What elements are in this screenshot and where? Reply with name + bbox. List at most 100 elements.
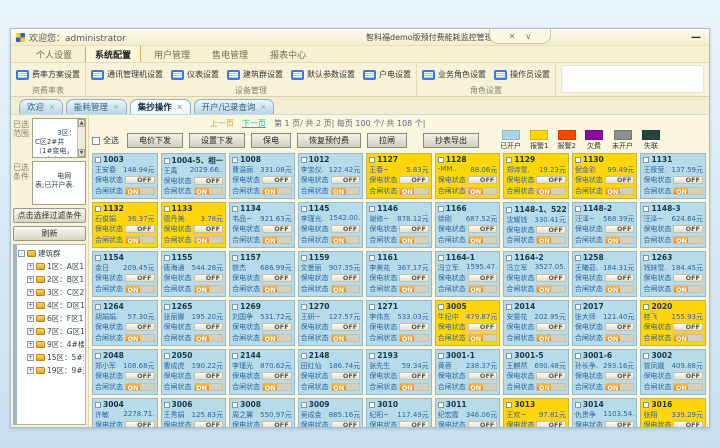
meter-checkbox[interactable] (643, 402, 649, 408)
meter-checkbox[interactable] (164, 353, 170, 359)
tab-close-icon[interactable]: × (113, 103, 119, 111)
meter-checkbox[interactable] (643, 353, 649, 359)
meter-checkbox[interactable] (95, 255, 101, 261)
meter-card[interactable]: 1269刘国争531.72元保电状态OFF合闸状态ON (229, 300, 295, 346)
meter-card[interactable]: 2048郑小军108.68元保电状态OFF合闸状态ON (92, 349, 158, 395)
tab-能耗管理[interactable]: 能耗管理× (66, 99, 127, 114)
meter-checkbox[interactable] (643, 157, 649, 163)
meter-checkbox[interactable] (438, 255, 444, 261)
expand-icon[interactable]: + (27, 315, 34, 322)
meter-checkbox[interactable] (369, 353, 375, 359)
tree-item[interactable]: +4区：D区1#井(D区1 (27, 299, 84, 312)
expand-icon[interactable]: + (27, 341, 34, 348)
selected-condition-box[interactable]: 电网表;已开户表. (32, 161, 86, 205)
meter-checkbox[interactable] (438, 402, 444, 408)
menu-item[interactable]: 报表中心 (261, 46, 315, 62)
meter-card[interactable]: 3014仇贵争1103.54.保电状态OFF合闸状态ON (572, 398, 638, 427)
tree-item[interactable]: +6区：F区1#井(F区1# (27, 312, 84, 325)
select-all[interactable]: 全选 (92, 135, 119, 146)
choose-filter-button[interactable]: 点击选择过滤条件 (13, 208, 86, 223)
meter-card[interactable]: 1133德丹美.3.78元保电状态OFF合闸状态ON (161, 202, 227, 248)
expand-icon[interactable]: + (27, 354, 34, 361)
meter-card[interactable]: 3009吴成金885.16元保电状态OFF合闸状态ON (298, 398, 364, 427)
meter-card[interactable]: 1157铁杰686.99元保电状态OFF合闸状态ON (229, 251, 295, 297)
toolbar-button[interactable]: 保电 (251, 133, 291, 148)
ribbon-button[interactable]: 业务角色设置 (419, 67, 489, 82)
meter-checkbox[interactable] (506, 304, 512, 310)
meter-checkbox[interactable] (301, 255, 307, 261)
meter-checkbox[interactable] (506, 207, 512, 213)
meter-checkbox[interactable] (369, 304, 375, 310)
meter-checkbox[interactable] (369, 255, 375, 261)
tab-欢迎[interactable]: 欢迎× (19, 99, 63, 114)
meter-checkbox[interactable] (232, 206, 238, 212)
meter-card[interactable]: 1008曹温丽.331.08元保电状态OFF合闸状态ON (229, 153, 295, 199)
meter-card[interactable]: 1159文曼丽907.35元保电状态OFF合闸状态ON (298, 251, 364, 297)
meter-card[interactable]: 1003王安春148.94元保电状态OFF合闸状态ON (92, 153, 158, 199)
meter-card[interactable]: 3016张翔339.29元保电状态OFF合闸状态ON (640, 398, 706, 427)
meter-checkbox[interactable] (575, 255, 581, 261)
expand-icon[interactable]: + (27, 289, 34, 296)
menu-item[interactable]: 个人设置 (27, 46, 81, 62)
meter-checkbox[interactable] (301, 402, 307, 408)
expand-icon[interactable]: + (27, 367, 34, 374)
ribbon-button[interactable]: 仪表设置 (168, 67, 222, 82)
menu-item[interactable]: 售电管理 (203, 46, 257, 62)
ribbon-button[interactable]: 户电设置 (360, 67, 414, 82)
meter-card[interactable]: 2193张先生59.34元保电状态OFF合闸状态ON (366, 349, 432, 395)
ribbon-button[interactable]: 建筑群设置 (224, 67, 286, 82)
meter-checkbox[interactable] (95, 402, 101, 408)
meter-card[interactable]: 1130倪金彩99.49元保电状态OFF合闸状态ON (572, 153, 638, 199)
ribbon-button[interactable]: 费率方案设置 (13, 67, 83, 82)
meter-checkbox[interactable] (643, 304, 649, 310)
meter-card[interactable]: 2017张大师121.40元保电状态OFF合闸状态ON (572, 300, 638, 346)
meter-card[interactable]: 1164-1冯立军.1595.47.保电状态OFF合闸状态ON (435, 251, 501, 297)
meter-card[interactable]: 1264胡娟娟.57.30元保电状态OFF合闸状态ON (92, 300, 158, 346)
collapse-expander-icon[interactable]: - (18, 250, 25, 257)
meter-card[interactable]: 1265张丽娜195.20元保电状态OFF合闸状态ON (161, 300, 227, 346)
meter-card[interactable]: 1128-MM..88.06元保电状态OFF合闸状态ON (435, 153, 501, 199)
meter-card[interactable]: 2148田红仙186.74元保电状态OFF合闸状态ON (298, 349, 364, 395)
tree-item[interactable]: +9区：4#楼电井( (27, 338, 84, 351)
meter-card[interactable]: 3004许敏2278.71.保电状态OFF合闸状态ON (92, 398, 158, 427)
meter-card[interactable]: 3001-5王麒然690.48元保电状态OFF合闸状态ON (503, 349, 569, 395)
meter-card[interactable]: 3006王秀娟125.83元保电状态OFF合闸状态ON (161, 398, 227, 427)
meter-checkbox[interactable] (575, 304, 581, 310)
meter-checkbox[interactable] (301, 304, 307, 310)
meter-card[interactable]: 3001-6孙长争.293.16元保电状态OFF合闸状态ON (572, 349, 638, 395)
selected-range-box[interactable]: 3区：C区2#井（1#变电，2#变电，/区… ▲ ▼ (32, 118, 86, 158)
next-page-link[interactable]: 下一页 (242, 118, 266, 129)
meter-card[interactable]: 1154金日209.45元保电状态OFF合闸状态ON (92, 251, 158, 297)
meter-checkbox[interactable] (438, 157, 444, 163)
meter-card[interactable]: 3011纪宏霞346.06元保电状态OFF合闸状态ON (435, 398, 501, 427)
meter-card[interactable]: 1134韦品~921.63元保电状态OFF合闸状态ON (229, 202, 295, 248)
meter-card[interactable]: 1145李瑾光.1542.00.保电状态OFF合闸状态ON (298, 202, 364, 248)
meter-card[interactable]: 1161李美花367.17元保电状态OFF合闸状态ON (366, 251, 432, 297)
meter-checkbox[interactable] (301, 157, 307, 163)
meter-checkbox[interactable] (575, 353, 581, 359)
meter-checkbox[interactable] (232, 255, 238, 261)
tree-item[interactable]: +2区：B区1#井(附 (27, 273, 84, 286)
meter-card[interactable]: 1129郑诗雪.19.23元保电状态OFF合闸状态ON (503, 153, 569, 199)
menu-item[interactable]: 系统配置 (85, 45, 141, 62)
toolbar-button[interactable]: 电价下发 (127, 133, 183, 148)
meter-checkbox[interactable] (438, 206, 444, 212)
meter-card[interactable]: 3005牛纪中479.87元保电状态OFF合闸状态ON (435, 300, 501, 346)
toolbar-button[interactable]: 设置下发 (189, 133, 245, 148)
meter-checkbox[interactable] (164, 402, 170, 408)
meter-card[interactable]: 1155唐海通544.28元保电状态OFF合闸状态ON (161, 251, 227, 297)
meter-card[interactable]: 1148-3汪泽~624.64元保电状态OFF合闸状态ON (640, 202, 706, 248)
close-icon[interactable]: ✕ (509, 32, 516, 41)
meter-checkbox[interactable] (438, 353, 444, 359)
meter-checkbox[interactable] (164, 206, 170, 212)
meter-checkbox[interactable] (164, 158, 170, 164)
collapse-icon[interactable]: ∨ (525, 32, 531, 41)
meter-card[interactable]: 2014安雯花202.95元保电状态OFF合闸状态ON (503, 300, 569, 346)
meter-card[interactable]: 3001-1黄蓉238.37元保电状态OFF合闸状态ON (435, 349, 501, 395)
toolbar-button[interactable]: 抄表导出 (423, 133, 479, 148)
menu-item[interactable]: 用户管理 (145, 46, 199, 62)
meter-checkbox[interactable] (232, 157, 238, 163)
meter-card[interactable]: 1131王筱莹.137.59元保电状态OFF合闸状态ON (640, 153, 706, 199)
toolbar-button[interactable]: 拉闸 (367, 133, 407, 148)
meter-checkbox[interactable] (369, 402, 375, 408)
